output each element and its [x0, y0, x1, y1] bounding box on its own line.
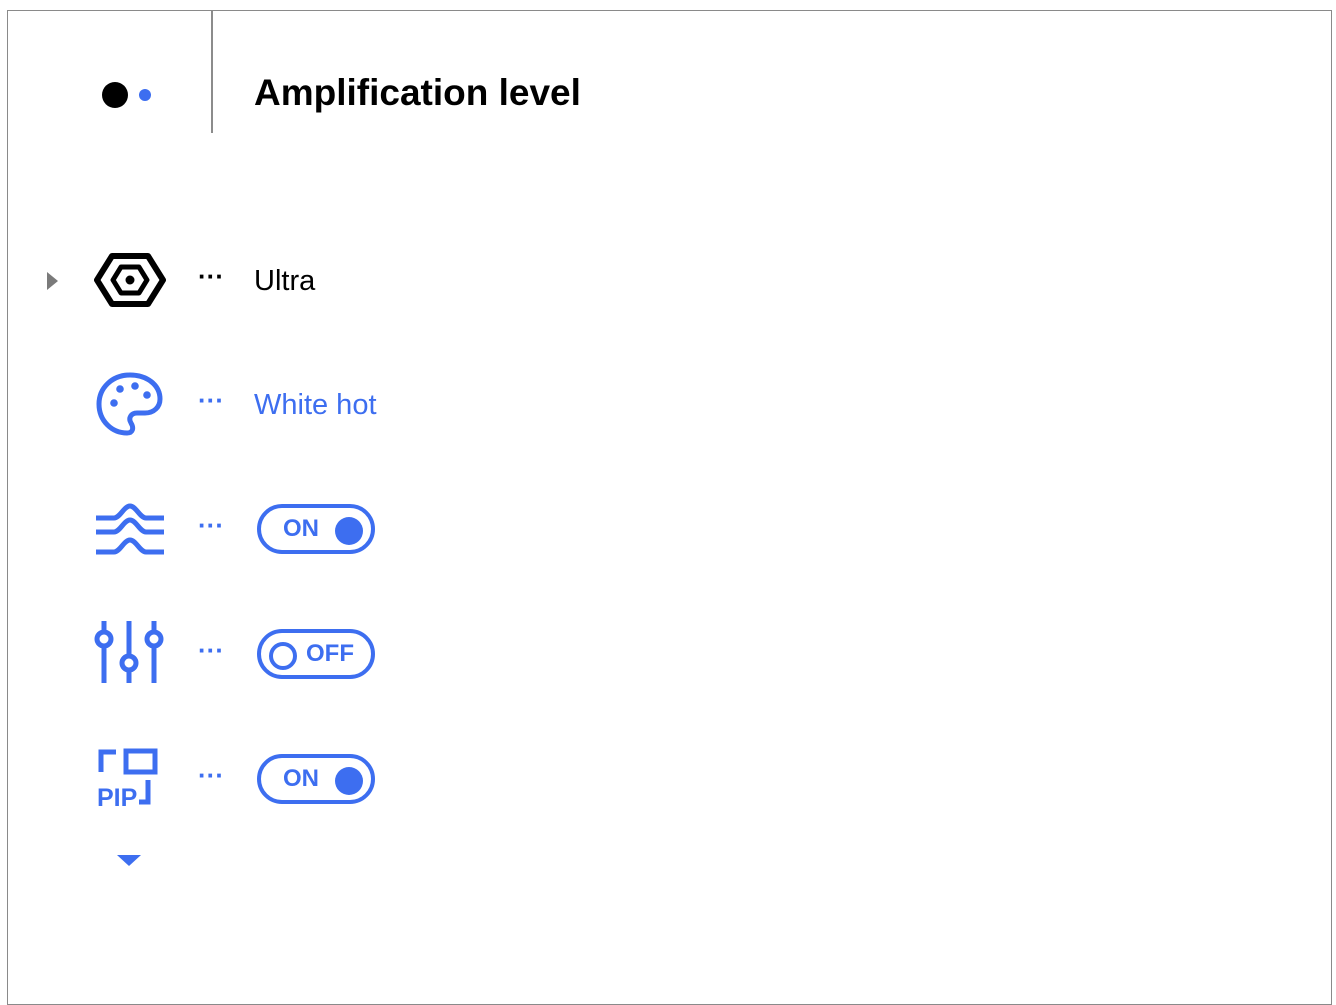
item-ellipsis: ···	[198, 635, 224, 665]
menu-item-pip[interactable]: PIP ··· ON	[40, 744, 640, 814]
waves-icon	[94, 494, 166, 564]
smoothing-toggle[interactable]: ON	[257, 504, 375, 554]
toggle-knob	[335, 767, 363, 795]
pip-icon: PIP	[94, 744, 166, 814]
color-palette-value: White hot	[254, 389, 377, 421]
toggle-label: ON	[283, 765, 319, 792]
pip-icon-text: PIP	[97, 784, 137, 812]
chevron-down-icon[interactable]	[117, 855, 141, 866]
menu-item-smoothing[interactable]: ··· ON	[40, 494, 640, 564]
palette-icon	[94, 369, 166, 439]
menu-item-amplification[interactable]: ··· Ultra	[40, 245, 640, 315]
toggle-label: OFF	[306, 640, 354, 667]
amplification-value: Ultra	[254, 265, 316, 297]
toggle-knob	[269, 642, 297, 670]
item-ellipsis: ···	[198, 385, 224, 415]
toggle-label: ON	[283, 515, 319, 542]
pip-toggle[interactable]: ON	[257, 754, 375, 804]
page-dots-icon	[102, 80, 162, 108]
item-ellipsis: ···	[198, 261, 224, 291]
item-ellipsis: ···	[198, 510, 224, 540]
item-ellipsis: ···	[198, 760, 224, 790]
page-title: Amplification level	[254, 72, 581, 113]
header-divider	[211, 11, 213, 133]
selection-caret-icon	[47, 272, 58, 290]
hexagon-nut-icon	[94, 245, 166, 315]
menu-item-color-palette[interactable]: ··· White hot	[40, 369, 640, 439]
menu-item-equalizer[interactable]: ··· OFF	[40, 619, 640, 689]
sliders-icon	[94, 619, 166, 689]
page-dot-inactive	[139, 89, 151, 101]
toggle-knob	[335, 517, 363, 545]
equalizer-toggle[interactable]: OFF	[257, 629, 375, 679]
page-dot-active	[102, 82, 128, 108]
